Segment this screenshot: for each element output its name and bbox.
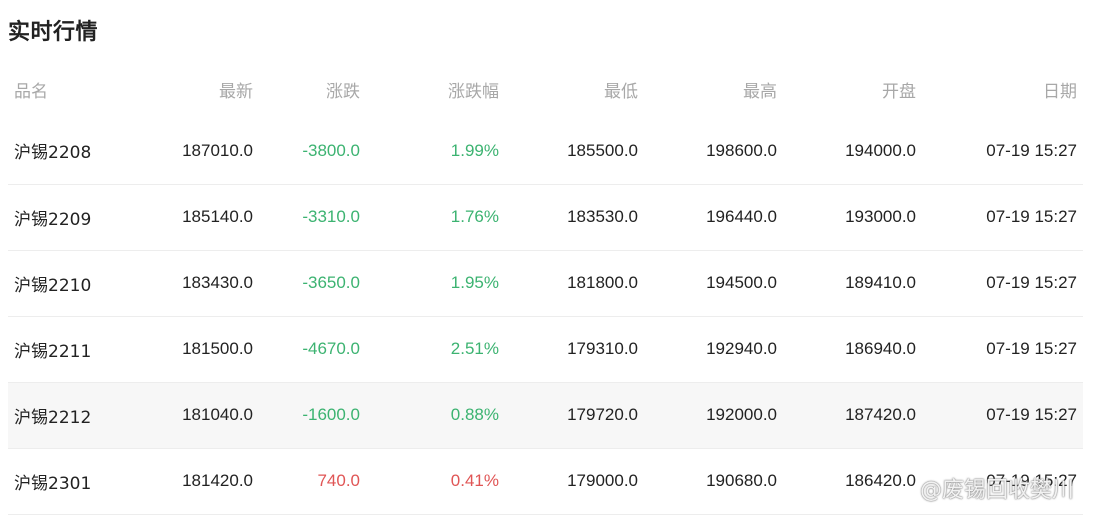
cell-name: 沪锡2212 bbox=[8, 382, 128, 449]
table-row[interactable]: 沪锡2212 181040.0 -1600.0 0.88% 179720.0 1… bbox=[8, 382, 1083, 449]
col-header-change: 涨跌 bbox=[326, 81, 360, 102]
cell-open: 189410.0 bbox=[783, 250, 922, 317]
cell-open: 193000.0 bbox=[783, 184, 922, 251]
col-header-name: 品名 bbox=[14, 81, 48, 102]
cell-latest: 187010.0 bbox=[128, 118, 259, 185]
cell-name: 沪锡2208 bbox=[8, 118, 128, 185]
cell-high: 198600.0 bbox=[644, 118, 783, 185]
table-row[interactable]: 沪锡2301 181420.0 740.0 0.41% 179000.0 190… bbox=[8, 448, 1083, 515]
cell-open: 194000.0 bbox=[783, 118, 922, 185]
cell-change-pct: 0.88% bbox=[366, 382, 505, 449]
table-row[interactable]: 沪锡2210 183430.0 -3650.0 1.95% 181800.0 1… bbox=[8, 250, 1083, 317]
table-header-row: 品名 最新 涨跌 涨跌幅 最低 最高 开盘 日期 bbox=[8, 60, 1083, 118]
cell-open: 187420.0 bbox=[783, 382, 922, 449]
cell-date: 07-19 15:27 bbox=[922, 250, 1083, 317]
cell-name: 沪锡2211 bbox=[8, 316, 128, 383]
cell-low: 183530.0 bbox=[505, 184, 644, 251]
col-header-open: 开盘 bbox=[882, 81, 916, 102]
cell-change: -1600.0 bbox=[259, 382, 366, 449]
cell-low: 179310.0 bbox=[505, 316, 644, 383]
page-title: 实时行情 bbox=[8, 20, 99, 45]
quotes-table: 品名 最新 涨跌 涨跌幅 最低 最高 开盘 日期 沪锡2208 187010.0… bbox=[8, 60, 1083, 515]
cell-high: 194500.0 bbox=[644, 250, 783, 317]
cell-latest: 181500.0 bbox=[128, 316, 259, 383]
cell-name: 沪锡2301 bbox=[8, 448, 128, 515]
cell-low: 179720.0 bbox=[505, 382, 644, 449]
cell-change: -3650.0 bbox=[259, 250, 366, 317]
cell-low: 179000.0 bbox=[505, 448, 644, 515]
cell-high: 190680.0 bbox=[644, 448, 783, 515]
cell-date: 07-19 15:27 bbox=[922, 118, 1083, 185]
cell-change-pct: 0.41% bbox=[366, 448, 505, 515]
cell-high: 192000.0 bbox=[644, 382, 783, 449]
cell-date: 07-19 15:27 bbox=[922, 184, 1083, 251]
table-row[interactable]: 沪锡2211 181500.0 -4670.0 2.51% 179310.0 1… bbox=[8, 316, 1083, 383]
cell-open: 186940.0 bbox=[783, 316, 922, 383]
cell-high: 196440.0 bbox=[644, 184, 783, 251]
cell-latest: 185140.0 bbox=[128, 184, 259, 251]
table-row[interactable]: 沪锡2208 187010.0 -3800.0 1.99% 185500.0 1… bbox=[8, 118, 1083, 185]
col-header-high: 最高 bbox=[743, 81, 777, 102]
cell-latest: 181040.0 bbox=[128, 382, 259, 449]
quotes-page: 实时行情 品名 最新 涨跌 涨跌幅 最低 最高 开盘 日期 沪锡2208 187… bbox=[0, 0, 1094, 524]
cell-name: 沪锡2209 bbox=[8, 184, 128, 251]
cell-latest: 183430.0 bbox=[128, 250, 259, 317]
cell-open: 186420.0 bbox=[783, 448, 922, 515]
cell-change-pct: 1.95% bbox=[366, 250, 505, 317]
col-header-low: 最低 bbox=[604, 81, 638, 102]
cell-change: 740.0 bbox=[259, 448, 366, 515]
cell-change-pct: 1.99% bbox=[366, 118, 505, 185]
cell-high: 192940.0 bbox=[644, 316, 783, 383]
cell-change-pct: 2.51% bbox=[366, 316, 505, 383]
cell-change: -4670.0 bbox=[259, 316, 366, 383]
col-header-change-pct: 涨跌幅 bbox=[448, 81, 499, 102]
col-header-date: 日期 bbox=[1043, 81, 1077, 102]
col-header-latest: 最新 bbox=[219, 81, 253, 102]
cell-date: 07-19 15:27 bbox=[922, 448, 1083, 515]
cell-change-pct: 1.76% bbox=[366, 184, 505, 251]
cell-low: 185500.0 bbox=[505, 118, 644, 185]
cell-date: 07-19 15:27 bbox=[922, 382, 1083, 449]
cell-name: 沪锡2210 bbox=[8, 250, 128, 317]
cell-low: 181800.0 bbox=[505, 250, 644, 317]
cell-date: 07-19 15:27 bbox=[922, 316, 1083, 383]
cell-change: -3310.0 bbox=[259, 184, 366, 251]
table-row[interactable]: 沪锡2209 185140.0 -3310.0 1.76% 183530.0 1… bbox=[8, 184, 1083, 251]
cell-change: -3800.0 bbox=[259, 118, 366, 185]
cell-latest: 181420.0 bbox=[128, 448, 259, 515]
